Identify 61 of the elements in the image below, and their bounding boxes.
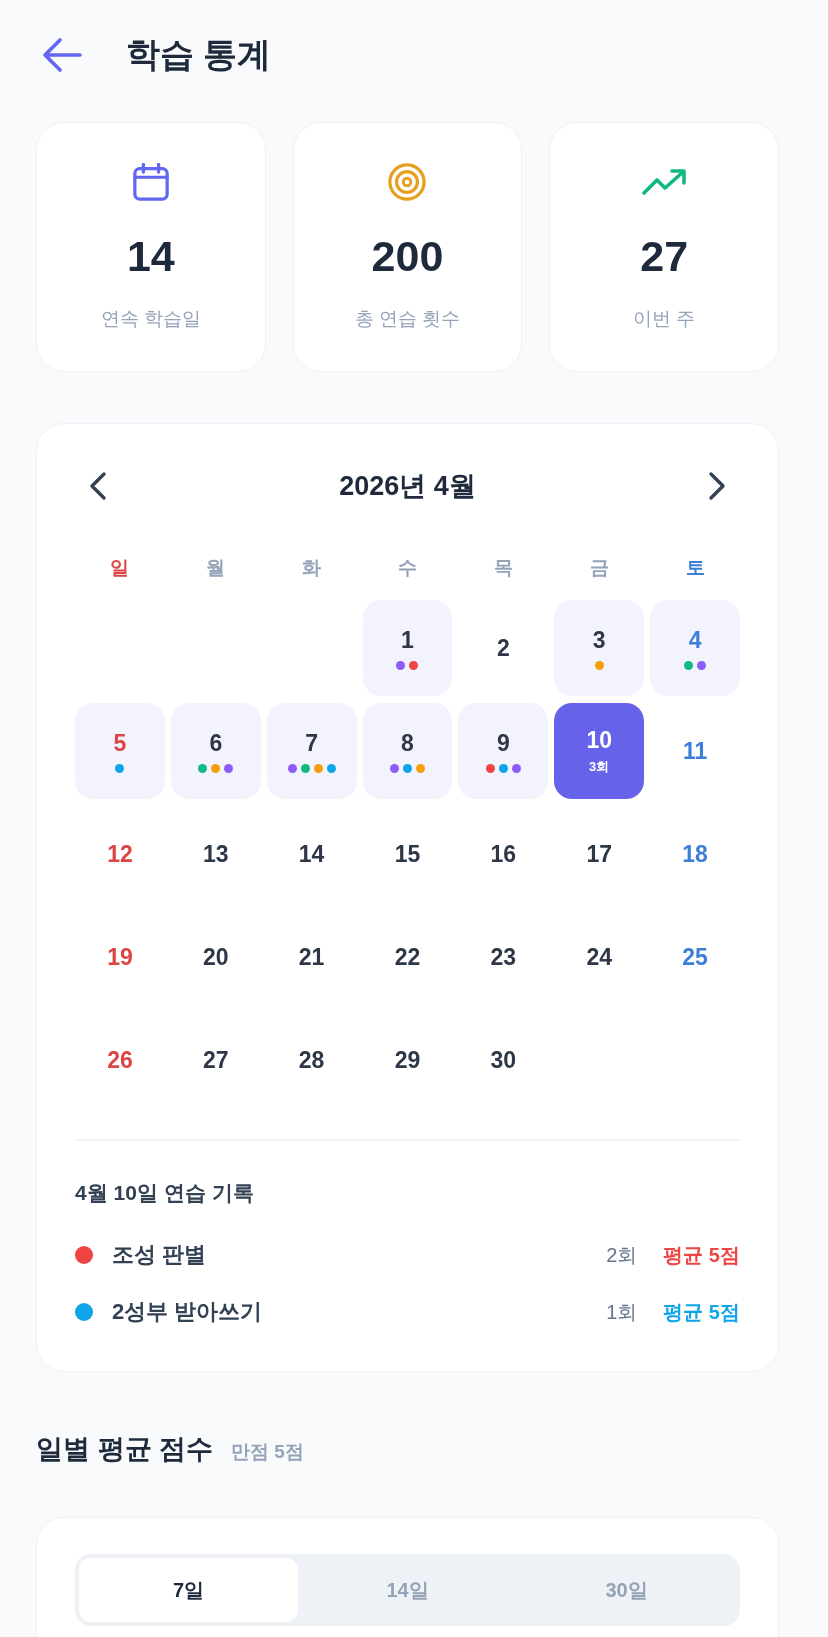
calendar-day[interactable]: 23	[458, 909, 549, 1005]
stat-label: 총 연습 횟수	[354, 307, 461, 331]
calendar-day[interactable]: 12	[75, 806, 165, 902]
weekday-label: 금	[589, 556, 609, 580]
next-month-button[interactable]	[708, 471, 726, 501]
calendar-day[interactable]: 5	[75, 703, 165, 799]
weekday-label: 화	[302, 556, 322, 580]
calendar-day[interactable]: 22	[362, 909, 453, 1005]
target-icon	[387, 163, 428, 201]
calendar-day[interactable]: 18	[650, 806, 740, 902]
calendar-day[interactable]: 16	[458, 806, 549, 902]
calendar-day[interactable]: 7	[266, 703, 357, 799]
weekday-label: 일	[110, 556, 130, 580]
calendar-day[interactable]: 25	[650, 909, 740, 1005]
back-icon	[42, 37, 82, 73]
record-count: 2회	[606, 1242, 638, 1268]
stat-value: 27	[640, 231, 689, 281]
month-title: 2026년 4월	[339, 470, 476, 503]
calendar-day[interactable]: 15	[362, 806, 453, 902]
record-average: 평균 5점	[663, 1299, 740, 1325]
calendar-day[interactable]: 26	[75, 1012, 165, 1108]
calendar-day[interactable]: 10 3회	[554, 703, 645, 799]
weekday-label: 목	[493, 556, 513, 580]
weekday-label: 수	[398, 556, 417, 580]
calendar-day[interactable]: 21	[266, 909, 357, 1005]
record-name: 2성부 받아쓰기	[112, 1298, 264, 1326]
calendar-day[interactable]: 20	[170, 909, 261, 1005]
record-count: 1회	[606, 1299, 638, 1325]
section-subtitle: 만점 5점	[231, 1440, 304, 1464]
calendar-day[interactable]: 2	[458, 600, 549, 696]
weekday-label: 월	[206, 556, 226, 580]
stat-label: 이번 주	[633, 307, 696, 331]
back-button[interactable]	[42, 37, 82, 73]
calendar-day[interactable]: 13	[170, 806, 261, 902]
calendar-day[interactable]: 28	[266, 1012, 357, 1108]
section-title: 일별 평균 점수	[36, 1433, 213, 1466]
record-title: 4월 10일 연습 기록	[75, 1180, 255, 1206]
calendar-day[interactable]: 24	[554, 909, 645, 1005]
stat-value: 200	[371, 231, 444, 281]
previous-month-button[interactable]	[89, 471, 107, 501]
stat-label: 연속 학습일	[100, 307, 201, 331]
calendar-day[interactable]: 14	[266, 806, 357, 902]
calendar-day[interactable]: 9	[458, 703, 549, 799]
calendar-day[interactable]: 4	[650, 600, 740, 696]
stat-value: 14	[126, 231, 175, 281]
calendar-day[interactable]: 29	[362, 1012, 453, 1108]
calendar-icon	[131, 163, 170, 201]
calendar-day[interactable]: 6	[170, 703, 261, 799]
calendar-day[interactable]: 1	[362, 600, 453, 696]
page-title: 학습 통계	[126, 34, 272, 75]
record-name: 조성 판별	[112, 1241, 208, 1269]
record-average: 평균 5점	[663, 1242, 740, 1268]
calendar-day[interactable]: 3	[554, 600, 645, 696]
weekday-label: 토	[685, 556, 705, 580]
calendar-day[interactable]: 11	[650, 703, 740, 799]
calendar-day[interactable]: 27	[170, 1012, 261, 1108]
calendar-day[interactable]: 8	[362, 703, 453, 799]
calendar-day[interactable]: 30	[458, 1012, 549, 1108]
calendar-day[interactable]: 17	[554, 806, 645, 902]
period-tab[interactable]: 7일	[79, 1558, 298, 1622]
calendar-day[interactable]: 19	[75, 909, 165, 1005]
